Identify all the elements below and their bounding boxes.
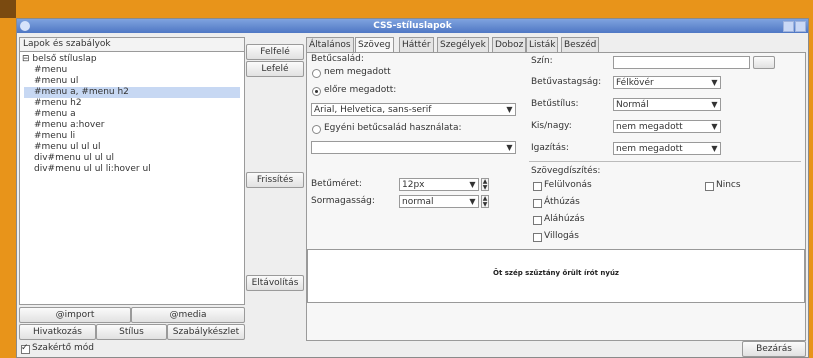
preview-box: Öt szép szűztány őrült írót nyúz [307,249,805,303]
font-size-value: 12px [402,180,425,190]
custom-font-select[interactable]: ▼ [311,141,516,154]
tab-bar: Általános Szöveg Háttér Szegélyek Doboz … [306,36,806,53]
ruleset-button[interactable]: Szabálykészlet [167,324,245,340]
predefined-font-select[interactable]: Arial, Helvetica, sans-serif ▼ [311,103,516,116]
expert-mode-label: Szakértő mód [32,343,94,353]
align-select[interactable]: nem megadott ▼ [613,142,721,155]
css-stylesheets-dialog: CSS-stíluslapok Lapok és szabályok ⊟ bel… [16,18,809,358]
chevron-down-icon: ▼ [711,122,718,131]
remove-button[interactable]: Eltávolítás [246,275,304,291]
tree-item[interactable]: div#menu ul ul ul [34,153,114,164]
tree-item[interactable]: #menu h2 [34,98,82,109]
close-button[interactable]: Bezárás [742,341,806,357]
align-label: Igazítás: [531,143,569,153]
weight-value: Félkövér [616,78,654,88]
move-up-button[interactable]: Felfelé [246,44,304,60]
chevron-down-icon: ▼ [506,105,513,114]
tree-item[interactable]: #menu a:hover [34,120,104,131]
chevron-down-icon: ▼ [469,180,476,189]
style-label: Betűstílus: [531,99,579,109]
case-label: Kis/nagy: [531,121,572,131]
chevron-down-icon: ▼ [711,78,718,87]
font-size-select[interactable]: 12px ▼ [399,178,479,191]
tab-borders[interactable]: Szegélyek [437,37,489,53]
expert-mode-checkbox[interactable] [21,343,30,354]
radio-predefined-label: előre megadott: [324,85,397,95]
decoration-label: Szövegdíszítés: [531,166,601,176]
overline-label: Felülvonás [544,180,592,190]
case-value: nem megadott [616,122,683,132]
window-icon[interactable] [20,21,30,31]
tab-text[interactable]: Szöveg [355,37,394,53]
style-value: Normál [616,100,649,110]
tree-item[interactable]: div#menu ul ul li:hover ul [34,164,151,175]
strikethrough-label: Áthúzás [544,197,580,207]
line-height-select[interactable]: normal ▼ [399,195,479,208]
tree-item[interactable]: #menu li [34,131,75,142]
chevron-down-icon: ▼ [711,100,718,109]
rules-tree[interactable]: ⊟ belső stíluslap #menu #menu ul #menu a… [19,51,245,305]
line-height-value: normal [402,197,434,207]
tree-item-selected[interactable]: #menu a, #menu h2 [24,87,240,98]
tab-speech[interactable]: Beszéd [561,37,600,53]
strikethrough-checkbox[interactable] [533,199,542,208]
color-label: Szín: [531,56,553,66]
tree-item[interactable]: #menu [34,65,67,76]
refresh-button[interactable]: Frissítés [246,172,304,188]
tab-general[interactable]: Általános [306,37,354,53]
radio-predefined[interactable] [312,87,321,96]
window-title: CSS-stíluslapok [373,21,452,31]
predefined-font-value: Arial, Helvetica, sans-serif [314,105,432,115]
corner-block [0,0,16,18]
radio-custom-label: Egyéni betűcsalád használata: [324,123,462,133]
tree-item[interactable]: #menu a [34,109,76,120]
align-value: nem megadott [616,144,683,154]
underline-label: Aláhúzás [544,214,585,224]
style-select[interactable]: Normál ▼ [613,98,721,111]
font-family-label: Betűcsalád: [311,54,364,64]
blink-checkbox[interactable] [533,233,542,242]
move-down-button[interactable]: Lefelé [246,61,304,77]
radio-unspecified-label: nem megadott [324,67,391,77]
preview-text: Öt szép szűztány őrült írót nyúz [493,269,619,277]
case-select[interactable]: nem megadott ▼ [613,120,721,133]
overline-checkbox[interactable] [533,182,542,191]
media-button[interactable]: @media [131,307,245,323]
maximize-button[interactable] [795,21,806,32]
radio-custom[interactable] [312,125,321,134]
tree-header: Lapok és szabályok [19,37,245,52]
blink-label: Villogás [544,231,579,241]
tree-item[interactable]: #menu ul ul ul [34,142,100,153]
underline-checkbox[interactable] [533,216,542,225]
weight-label: Betűvastagság: [531,77,602,87]
font-size-label: Betűméret: [311,179,362,189]
tab-lists[interactable]: Listák [526,37,559,53]
radio-unspecified[interactable] [312,69,321,78]
chevron-down-icon: ▼ [469,197,476,206]
separator [529,161,801,162]
style-button[interactable]: Stílus [96,324,167,340]
none-label: Nincs [716,180,741,190]
line-height-spinner[interactable]: ▲ ▼ [481,195,489,208]
link-button[interactable]: Hivatkozás [19,324,96,340]
weight-select[interactable]: Félkövér ▼ [613,76,721,89]
tab-background[interactable]: Háttér [399,37,434,53]
tree-header-label: Lapok és szabályok [23,39,111,49]
tree-item-internal-stylesheet[interactable]: ⊟ belső stíluslap [22,54,97,65]
color-input[interactable] [613,56,750,69]
tab-box[interactable]: Doboz [492,37,527,53]
chevron-down-icon: ▼ [506,143,513,152]
line-height-label: Sormagasság: [311,196,375,206]
font-size-spinner[interactable]: ▲ ▼ [481,178,489,191]
chevron-down-icon: ▼ [711,144,718,153]
import-button[interactable]: @import [19,307,131,323]
none-checkbox[interactable] [705,182,714,191]
minimize-button[interactable] [783,21,794,32]
color-picker-button[interactable] [753,56,775,69]
title-bar: CSS-stíluslapok [17,19,808,33]
text-tab-panel: Betűcsalád: nem megadott előre megadott:… [306,52,806,341]
tree-item[interactable]: #menu ul [34,76,78,87]
